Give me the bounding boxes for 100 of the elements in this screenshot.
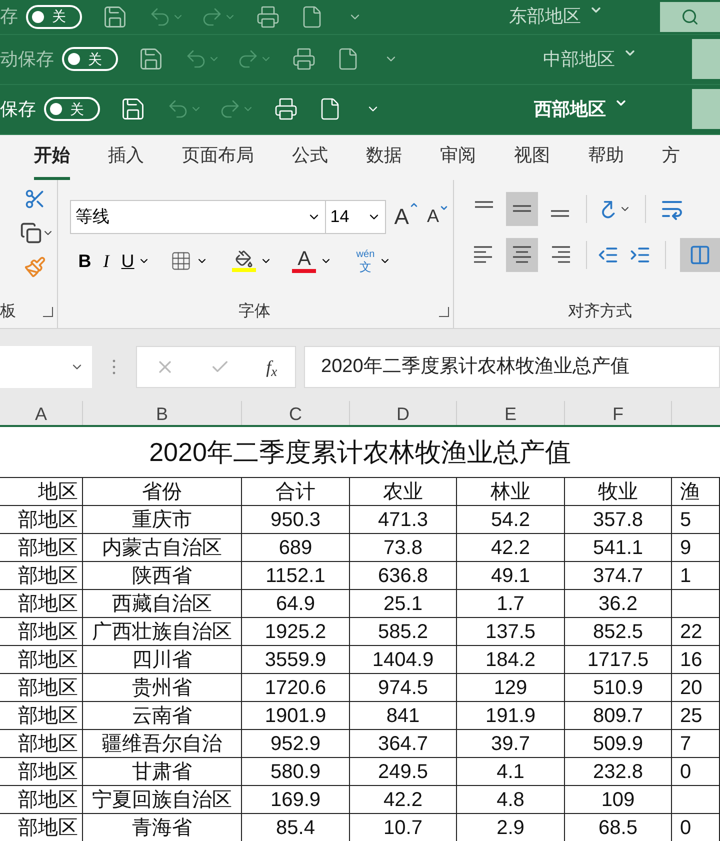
drag-handle-icon[interactable] [112,359,116,376]
insert-function-button[interactable]: f$_{x}$ [266,354,278,381]
borders-icon[interactable] [170,250,192,272]
fill-color-icon[interactable] [232,250,256,272]
search-box[interactable] [660,2,720,32]
scissors-icon[interactable] [24,188,46,210]
header-cell: 农业 [350,478,457,505]
table-cell: 1720.6 [242,674,350,701]
table-cell: 1152.1 [242,562,350,589]
vertical-align-button[interactable] [506,192,538,226]
table-cell: 部地区 [0,590,83,617]
table-cell: 36.2 [565,590,672,617]
bold-button[interactable]: B [78,248,92,275]
table-cell: 22 [672,618,720,645]
table-cell: 357.8 [565,506,672,533]
table-cell: 部地区 [0,758,83,785]
column-header[interactable]: A [0,401,83,425]
formula-field[interactable]: 2020年二季度累计农林牧渔业总产值 [304,346,720,388]
save-icon[interactable] [102,4,128,30]
print-icon[interactable] [256,4,280,29]
font-color-button[interactable]: A [292,249,316,274]
ribbon-tab[interactable]: 视图 [514,134,550,180]
font-name-field[interactable]: 等线 [70,200,326,234]
table-cell: 952.9 [242,730,350,757]
align-icon [472,200,496,209]
table-cell: 部地区 [0,506,83,533]
table-cell: 42.2 [350,786,457,813]
column-header[interactable]: D [350,401,457,425]
table-cell: 232.8 [565,758,672,785]
table-cell: 510.9 [565,674,672,701]
save-icon[interactable] [120,96,146,122]
table-cell: 1717.5 [565,646,672,673]
dialog-launcher-icon[interactable] [439,307,449,318]
group-label: 对齐方式 [568,302,633,322]
save-icon[interactable] [138,46,164,72]
table-cell: 9 [672,534,720,561]
table-cell: 471.3 [350,506,457,533]
copy-icon[interactable] [20,222,42,244]
ribbon-tab[interactable]: 插入 [108,134,144,180]
print-icon[interactable] [274,97,298,122]
window-title: 中部地区 [543,48,615,71]
table-cell: 部地区 [0,786,83,813]
table-cell: 25 [672,702,720,729]
column-header[interactable]: F [565,401,672,425]
table-cell: 73.8 [350,534,457,561]
table-cell: 7 [672,730,720,757]
grow-font-button[interactable]: A [394,200,419,234]
ribbon-tab[interactable]: 审阅 [440,134,476,180]
autosave-toggle[interactable]: 关 [26,4,82,29]
group-label: 板 [0,302,16,322]
table-cell: 109 [565,786,672,813]
table-cell: 184.2 [457,646,565,673]
table-cell: 部地区 [0,674,83,701]
header-cell: 牧业 [565,478,672,505]
ribbon-tab[interactable]: 公式 [292,134,328,180]
column-header[interactable]: C [242,401,350,425]
header-cell: 渔 [672,478,720,505]
ribbon-tab[interactable]: 页面布局 [182,134,254,180]
autosave-label: 动保存 [0,48,54,71]
ribbon-tab[interactable]: 方 [662,134,680,180]
align-icon [548,208,572,218]
table-cell: 25.1 [350,590,457,617]
autosave-toggle[interactable]: 关 [44,97,100,122]
column-header[interactable]: B [83,401,242,425]
dialog-launcher-icon[interactable] [43,307,54,318]
table-cell: 54.2 [457,506,565,533]
table-cell: 4.1 [457,758,565,785]
header-cell: 合计 [242,478,350,505]
font-size-field[interactable]: 14 [326,200,386,234]
phonetic-button[interactable]: wén 文 [356,249,375,274]
ribbon-tab[interactable]: 帮助 [588,134,624,180]
shrink-font-button[interactable]: A [426,203,449,230]
table-cell: 85.4 [242,814,350,841]
table-cell: 49.1 [457,562,565,589]
table-cell: 129 [457,674,565,701]
window-title: 西部地区 [534,98,606,121]
italic-button[interactable]: I [103,248,110,275]
table-cell: 5 [672,506,720,533]
toggle-knob-icon [32,10,44,23]
horizontal-align-button[interactable] [506,238,538,272]
table-cell: 0 [672,758,720,785]
table-cell: 364.7 [350,730,457,757]
table-cell: 部地区 [0,814,83,841]
column-header[interactable]: E [457,401,565,425]
print-icon[interactable] [292,47,316,72]
table-cell: 宁夏回族自治区 [83,786,242,813]
ribbon-tab[interactable]: 数据 [366,134,402,180]
table-cell: 249.5 [350,758,457,785]
header-cell: 省份 [83,478,242,505]
table-cell: 2.9 [457,814,565,841]
table-cell: 甘肃省 [83,758,242,785]
autosave-toggle[interactable]: 关 [62,47,118,72]
paintbrush-icon[interactable] [24,256,46,278]
merge-center-button[interactable] [680,238,720,272]
underline-button[interactable]: U [121,248,134,275]
table-cell: 1 [672,562,720,589]
table-cell: 950.3 [242,506,350,533]
group-label: 字体 [238,302,272,322]
header-cell: 林业 [457,478,565,505]
table-cell: 10.7 [350,814,457,841]
